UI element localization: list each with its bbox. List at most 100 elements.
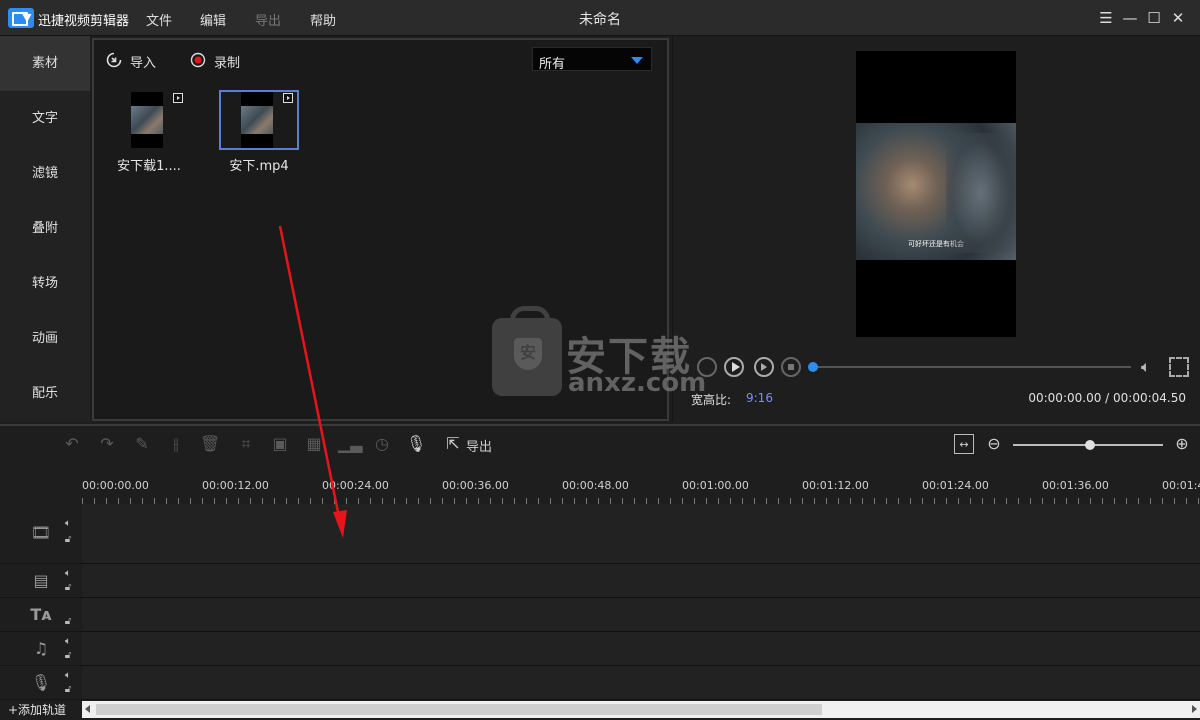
window-title: 未命名 [579,12,621,28]
menu-help[interactable]: 帮助 [310,10,336,29]
track-voice[interactable] [82,666,1200,700]
record-label: 录制 [214,56,241,71]
volume-icon[interactable]: 🔈︎ [62,518,74,530]
progress-handle[interactable] [808,362,818,372]
lock-icon[interactable]: 🔓︎ [62,684,74,696]
sidebar-item-filters[interactable]: 滤镜 [0,146,90,201]
maximize-icon[interactable]: ☐ [1144,8,1164,28]
track-text[interactable] [82,598,1200,632]
media-thumbnail-selected[interactable] [219,90,299,150]
export-icon[interactable]: ⇱ [443,434,463,454]
timeline-ruler[interactable]: 00:00:00.00 00:00:12.00 00:00:24.00 00:0… [82,462,1200,504]
play-button[interactable] [724,357,744,377]
add-track-button[interactable]: +添加轨道 [8,701,66,718]
volume-icon[interactable]: 🔈︎ [62,568,74,580]
lock-icon[interactable]: 🔓︎ [62,650,74,662]
timeline-scrollbar[interactable] [82,701,1200,718]
scrollbar-thumb[interactable] [96,704,822,715]
ruler-label: 00:00:00.00 [82,479,149,492]
microphone-icon: 🎙︎ [30,673,52,692]
zoom-slider-handle[interactable] [1084,440,1095,450]
lock-icon[interactable]: 🔓︎ [62,582,74,594]
track-header-music: ♫ 🔈︎ 🔓︎ [0,632,82,666]
sidebar-item-overlays[interactable]: 叠附 [0,201,90,256]
stop-button[interactable] [781,357,801,377]
delete-icon[interactable]: 🗑︎ [200,434,220,454]
zoom-slider[interactable] [1013,440,1163,450]
preview-video-frame: 可好坏还是有机会 [856,123,1016,260]
menu-file[interactable]: 文件 [146,10,172,29]
track-header-text: Tᴀ 🔓︎ [0,598,82,632]
menu-edit[interactable]: 编辑 [200,10,226,29]
record-icon [190,52,206,68]
lock-icon[interactable]: 🔓︎ [62,534,74,546]
title-bar: 迅捷视频剪辑器 文件 编辑 导出 帮助 未命名 ☰ — ☐ ✕ [0,0,1200,36]
text-icon: Tᴀ [30,605,52,624]
dropdown-arrow-icon [631,57,643,64]
freeze-frame-icon[interactable]: ▣ [270,434,290,454]
sidebar-item-music[interactable]: 配乐 [0,366,90,421]
zoom-out-icon[interactable]: ⊖ [984,434,1004,454]
zoom-in-icon[interactable]: ⊕ [1172,434,1192,454]
fullscreen-icon[interactable] [1169,357,1189,377]
edit-toolbar: ↶ ↷ ✎ ⫲ 🗑︎ ⌗ ▣ ▦ ▁▃ ◷ 🎙︎ ⇱ 导出 ↔ ⊖ ⊕ [0,424,1200,462]
scroll-right-icon[interactable] [1192,705,1197,713]
track-music[interactable] [82,632,1200,666]
preview-subtitle: 可好坏还是有机会 [908,240,964,248]
fit-timeline-icon[interactable]: ↔ [954,434,974,454]
mosaic-icon[interactable]: ▦ [304,434,324,454]
import-label: 导入 [130,56,157,71]
track-video-overlay[interactable] [82,564,1200,598]
playback-progress[interactable] [808,362,1131,372]
split-icon[interactable]: ⫲ [166,434,186,454]
sidebar-item-transitions[interactable]: 转场 [0,256,90,311]
media-thumbnail-image [131,92,163,148]
ruler-label: 00:00:12.00 [202,479,269,492]
close-icon[interactable]: ✕ [1168,8,1188,28]
duration-icon[interactable]: ◷ [372,434,392,454]
ruler-label: 00:00:48.00 [562,479,629,492]
next-frame-button[interactable] [754,357,774,377]
edit-icon[interactable]: ✎ [132,434,152,454]
music-icon: ♫ [33,639,49,658]
app-logo-icon [8,8,34,28]
media-filter-dropdown[interactable]: 所有 [532,47,652,72]
menu-export[interactable]: 导出 [255,10,281,29]
sidebar-item-text[interactable]: 文字 [0,91,90,146]
volume-icon[interactable]: 🔈︎ [1141,357,1161,377]
media-name: 安下.mp4 [229,159,289,174]
audio-levels-icon[interactable]: ▁▃ [338,434,363,454]
sidebar-item-animation[interactable]: 动画 [0,311,90,366]
time-readout: 00:00:00.00 / 00:00:04.50 [1028,391,1186,405]
lock-icon[interactable]: 🔓︎ [62,616,74,628]
minimize-icon[interactable]: — [1120,8,1140,28]
microphone-icon[interactable]: 🎙︎ [406,434,426,454]
track-header-overlay: ▤ 🔈︎ 🔓︎ [0,564,82,598]
ruler-label: 00:01:4 [1162,479,1200,492]
media-thumbnail[interactable] [109,90,189,150]
menu-icon[interactable]: ☰ [1096,8,1116,28]
ruler-label: 00:01:00.00 [682,479,749,492]
ruler-label: 00:00:24.00 [322,479,389,492]
redo-icon[interactable]: ↷ [97,434,117,454]
import-icon [106,52,122,68]
film-strip-icon: ▤ [33,571,49,590]
ruler-label: 00:01:12.00 [802,479,869,492]
track-video-main[interactable] [82,504,1200,564]
aspect-ratio-value[interactable]: 9:16 [746,391,773,405]
ruler-label: 00:01:36.00 [1042,479,1109,492]
track-header-video: 🎞︎ 🔈︎ 🔓︎ [0,504,82,564]
watermark-domain: anxz.com [568,368,707,398]
undo-icon[interactable]: ↶ [62,434,82,454]
crop-icon[interactable]: ⌗ [236,434,256,454]
scroll-left-icon[interactable] [85,705,90,713]
volume-icon[interactable]: 🔈︎ [62,636,74,648]
sidebar-item-media[interactable]: 素材 [0,36,90,91]
ruler-label: 00:00:36.00 [442,479,509,492]
volume-icon[interactable]: 🔈︎ [62,670,74,682]
filter-value: 所有 [539,57,566,72]
track-header-voice: 🎙︎ 🔈︎ 🔓︎ [0,666,82,700]
export-button[interactable]: 导出 [466,436,492,455]
watermark-shield-icon: 安 [514,338,542,370]
video-badge-icon [173,93,183,103]
